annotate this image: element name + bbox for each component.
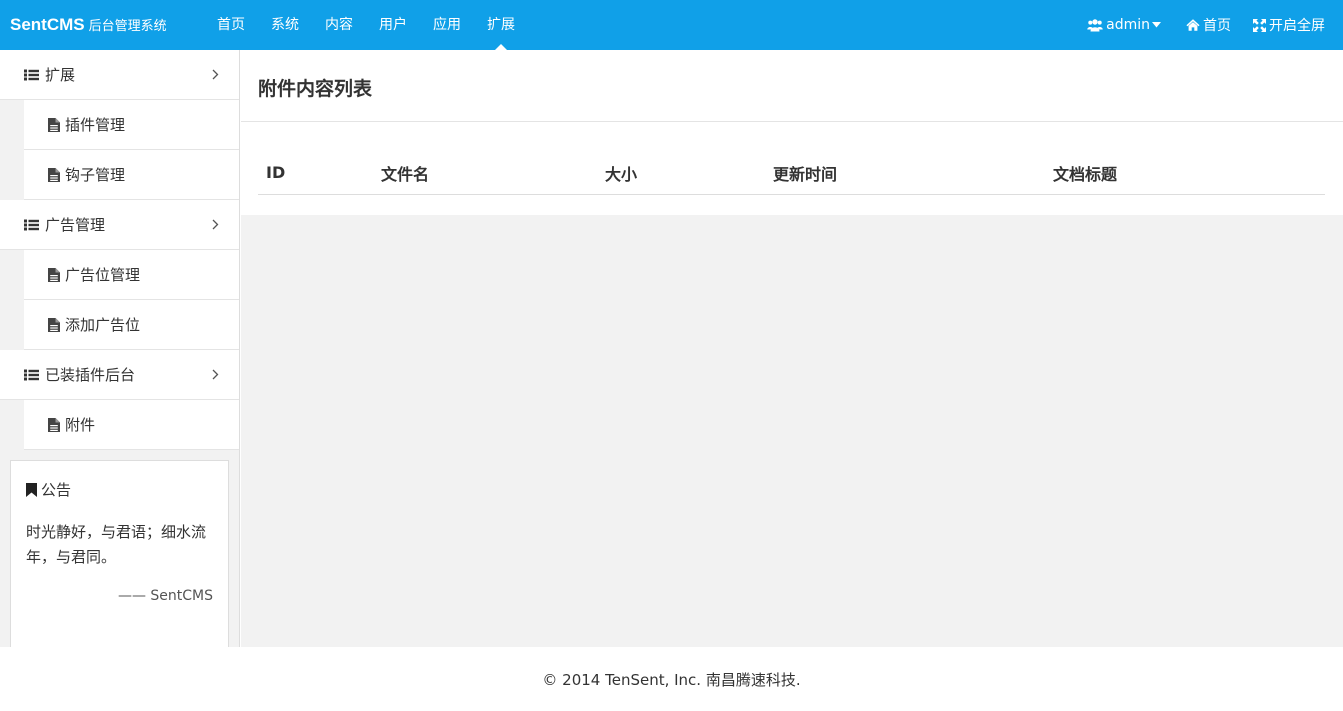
brand-subtitle: 后台管理系统	[88, 19, 167, 34]
expand-icon	[1253, 18, 1266, 32]
nav-item-home[interactable]: 首页	[204, 0, 258, 50]
notice-body: 时光静好，与君语；细水流年，与君同。	[26, 523, 207, 566]
home-link[interactable]: 首页	[1186, 15, 1231, 35]
sidebar-item-hooks[interactable]: 钩子管理	[24, 150, 239, 200]
column-header-id: ID	[258, 152, 373, 195]
nav-right: admin 首页 开启全屏	[1065, 0, 1325, 50]
column-header-doc-title: 文档标题	[1045, 152, 1325, 195]
panel-header: 附件内容列表	[241, 50, 1343, 122]
notice-title-text: 公告	[41, 481, 72, 499]
sidebar-item-ad-positions[interactable]: 广告位管理	[24, 250, 239, 300]
page-title: 附件内容列表	[258, 78, 373, 100]
notice-panel: 公告 时光静好，与君语；细水流年，与君同。 —— SentCMS	[10, 460, 229, 650]
fullscreen-label: 开启全屏	[1269, 18, 1325, 34]
attachment-panel: 附件内容列表 ID 文件名 大小 更新时间 文档标题	[241, 50, 1343, 215]
nav-item-system[interactable]: 系统	[258, 0, 312, 50]
bookmark-icon	[26, 482, 37, 497]
list-icon	[24, 369, 39, 380]
sidebar-group-label: 广告管理	[45, 216, 106, 234]
table-header-row: ID 文件名 大小 更新时间 文档标题	[258, 152, 1325, 195]
nav-item-users[interactable]: 用户	[366, 0, 420, 50]
top-navbar: SentCMS 后台管理系统 首页 系统 内容 用户 应用 扩展 admin 首…	[0, 0, 1343, 50]
nav-item-content[interactable]: 内容	[312, 0, 366, 50]
nav-item-extensions[interactable]: 扩展	[474, 0, 528, 50]
caret-down-icon	[1152, 22, 1161, 28]
chevron-right-icon	[212, 219, 219, 230]
notice-title: 公告	[26, 479, 213, 500]
nav-item-apps[interactable]: 应用	[420, 0, 474, 50]
sidebar-group-ads[interactable]: 广告管理	[0, 200, 239, 250]
chevron-right-icon	[212, 369, 219, 380]
file-icon	[48, 417, 60, 432]
file-icon	[48, 117, 60, 132]
chevron-right-icon	[212, 69, 219, 80]
file-icon	[48, 267, 60, 282]
sidebar-group-extensions[interactable]: 扩展	[0, 50, 239, 100]
notice-signature: —— SentCMS	[117, 588, 213, 604]
users-icon	[1087, 18, 1103, 31]
user-menu[interactable]: admin	[1087, 17, 1164, 33]
home-icon	[1186, 19, 1200, 31]
sidebar-group-installed-plugins[interactable]: 已装插件后台	[0, 350, 239, 400]
sidebar-group-label: 已装插件后台	[45, 366, 136, 384]
file-icon	[48, 317, 60, 332]
column-header-updated: 更新时间	[765, 152, 1045, 195]
column-header-size: 大小	[597, 152, 765, 195]
main-nav: 首页 系统 内容 用户 应用 扩展	[204, 0, 528, 50]
sidebar-item-label: 钩子管理	[65, 166, 126, 184]
list-icon	[24, 69, 39, 80]
home-label: 首页	[1203, 18, 1231, 34]
brand-logo[interactable]: SentCMS 后台管理系统	[10, 0, 167, 50]
file-icon	[48, 167, 60, 182]
attachment-table: ID 文件名 大小 更新时间 文档标题	[258, 152, 1325, 195]
fullscreen-button[interactable]: 开启全屏	[1253, 15, 1325, 35]
sidebar-group-label: 扩展	[45, 66, 76, 84]
sidebar-item-attachments[interactable]: 附件	[24, 400, 239, 450]
brand-name: SentCMS	[10, 15, 85, 34]
sidebar-item-label: 插件管理	[65, 116, 126, 134]
main-content: 附件内容列表 ID 文件名 大小 更新时间 文档标题	[241, 50, 1343, 647]
column-header-filename: 文件名	[373, 152, 597, 195]
sidebar-item-plugins[interactable]: 插件管理	[24, 100, 239, 150]
footer: © 2014 TenSent, Inc. 南昌腾速科技.	[0, 647, 1343, 711]
sidebar-item-label: 广告位管理	[65, 266, 141, 284]
sidebar-item-label: 添加广告位	[65, 316, 141, 334]
user-name: admin	[1106, 17, 1150, 33]
sidebar-item-label: 附件	[65, 416, 96, 434]
sidebar-item-add-ad-position[interactable]: 添加广告位	[24, 300, 239, 350]
sidebar: 扩展 插件管理 钩子管理 广告管理 广告位管理 添加广告位 已装插件后台 附件 …	[0, 50, 240, 650]
list-icon	[24, 219, 39, 230]
panel-body: ID 文件名 大小 更新时间 文档标题	[241, 122, 1343, 215]
